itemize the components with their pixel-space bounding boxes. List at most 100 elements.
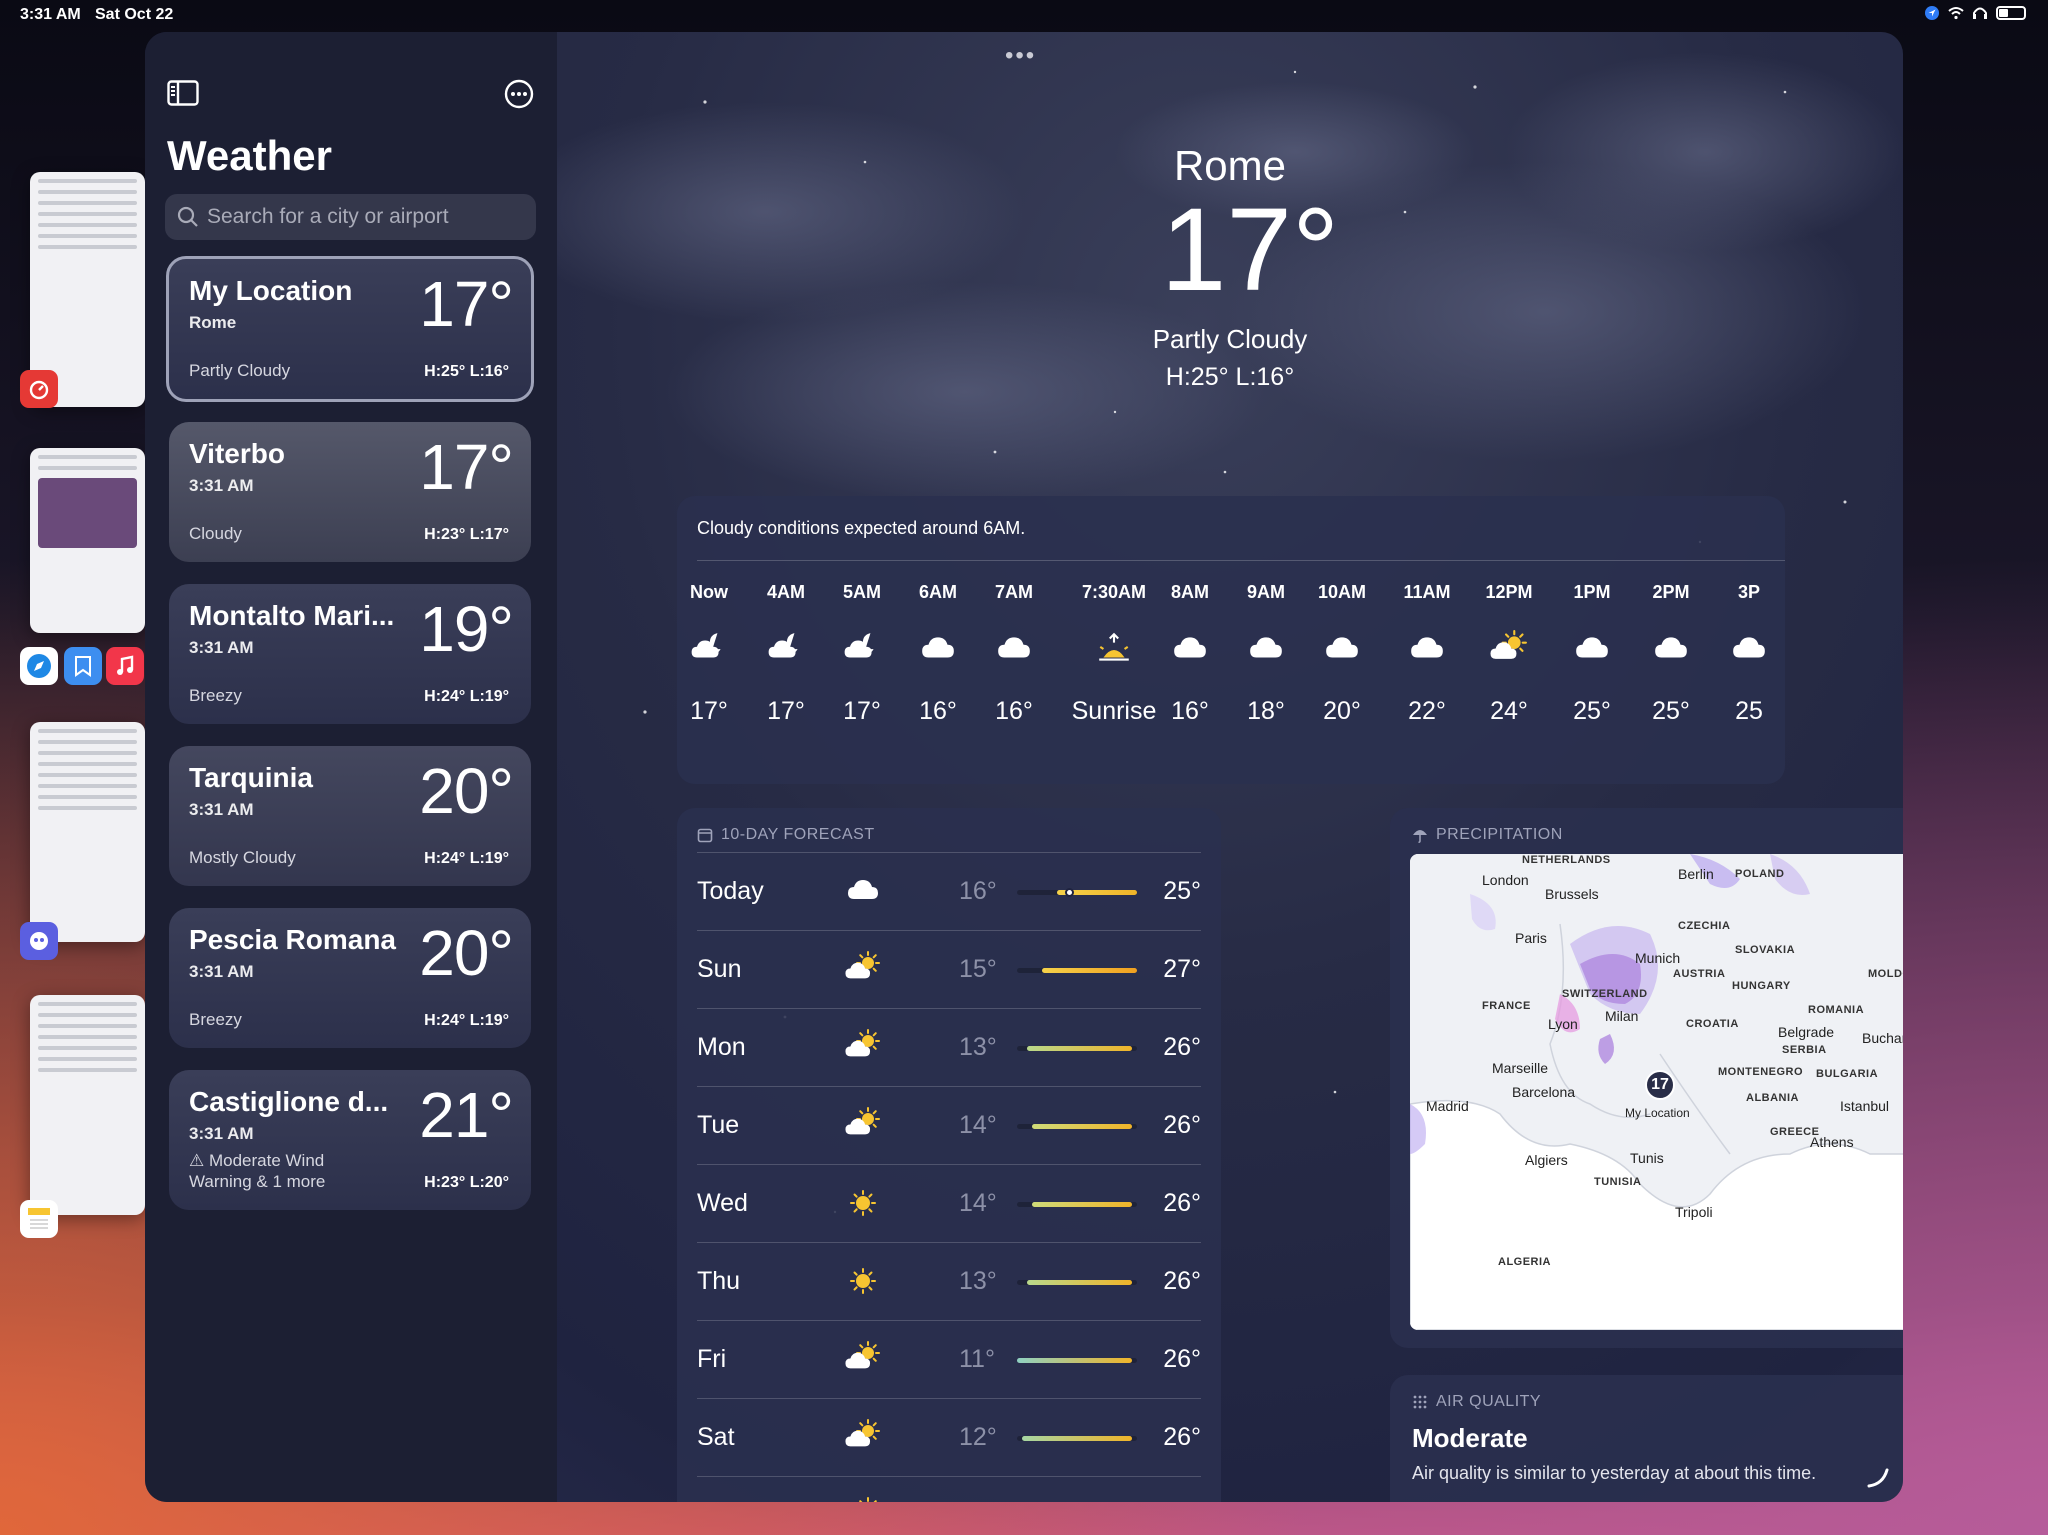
hourly-summary: Cloudy conditions expected around 6AM. (697, 518, 1026, 538)
sun-cloud-icon (845, 1497, 881, 1502)
map-place-label: POLAND (1735, 868, 1785, 880)
city-high-low: H:24° L:19° (424, 850, 509, 867)
forecast-day-row[interactable]: Sun 13° 23° (697, 1476, 1201, 1502)
city-card-tarquinia[interactable]: Tarquinia 3:31 AM 20° Mostly Cloudy H:24… (169, 746, 531, 886)
more-options-icon[interactable] (503, 78, 535, 110)
city-temp: 21° (419, 1079, 514, 1151)
city-condition: Breezy (189, 686, 242, 705)
map-place-label: Tunis (1630, 1150, 1664, 1166)
location-pin[interactable]: 17 (1645, 1070, 1675, 1100)
precipitation-map[interactable]: NETHERLANDS London Brussels Berlin POLAND Par… (1410, 854, 1903, 1330)
resize-handle-icon[interactable] (1867, 1466, 1889, 1488)
day-name: Sun (697, 1501, 741, 1502)
robot-app-icon[interactable] (20, 922, 58, 960)
forecast-day-row[interactable]: Thu 13° 26° (697, 1242, 1201, 1320)
search-icon (177, 206, 198, 227)
hour-temp: 17° (843, 697, 881, 725)
sun-cloud-icon (845, 951, 881, 992)
bookmark-app-icon[interactable] (64, 647, 102, 685)
city-name: Montalto Mari... (189, 600, 395, 631)
air-quality-description: Air quality is similar to yesterday at a… (1412, 1463, 1817, 1483)
hour-item: 11AM 22° (1387, 582, 1467, 726)
temp-range-bar (1017, 1358, 1137, 1363)
moon-cloud-icon (746, 629, 826, 669)
hour-label: 2PM (1652, 582, 1690, 602)
safari-app-icon[interactable] (20, 647, 58, 685)
map-place-label: BULGARIA (1816, 1068, 1879, 1080)
timery-app-icon[interactable] (20, 370, 58, 408)
sun-icon (845, 1185, 881, 1226)
day-high: 26° (1163, 1189, 1201, 1217)
battery-icon (1996, 6, 2026, 20)
city-condition: Mostly Cloudy (189, 848, 296, 867)
temp-range-bar (1017, 1124, 1137, 1129)
map-place-label: SWITZERLAND (1562, 988, 1648, 1000)
city-name: Tarquinia (189, 762, 313, 793)
day-name: Today (697, 877, 764, 905)
hour-temp: 17° (690, 697, 728, 725)
search-input[interactable] (207, 205, 507, 229)
music-app-icon[interactable] (106, 647, 144, 685)
forecast-day-row[interactable]: Sun 15° 27° (697, 930, 1201, 1008)
day-high: 26° (1163, 1033, 1201, 1061)
window-drag-handle[interactable]: ••• (1005, 42, 1036, 70)
city-card-pescia-romana[interactable]: Pescia Romana 3:31 AM 20° Breezy H:24° L… (169, 908, 531, 1048)
city-card-viterbo[interactable]: Viterbo 3:31 AM 17° Cloudy H:23° L:17° (169, 422, 531, 562)
sun-cloud-icon (845, 1107, 881, 1148)
forecast-day-row[interactable]: Mon 13° 26° (697, 1008, 1201, 1086)
alert-line-2: Warning & 1 more (189, 1172, 326, 1191)
cloud-icon (1387, 629, 1467, 669)
status-date: Sat Oct 22 (95, 6, 174, 23)
map-place-label: ALGERIA (1498, 1256, 1551, 1268)
hour-temp: 20° (1323, 697, 1361, 725)
city-card-my-location[interactable]: My Location Rome 17° Partly Cloudy H:25°… (166, 256, 534, 402)
notes-app-icon[interactable] (20, 1200, 58, 1238)
precipitation-label: PRECIPITATION (1436, 826, 1563, 843)
current-condition: Partly Cloudy (1152, 324, 1308, 354)
sidebar-toggle-icon[interactable] (167, 80, 199, 106)
app-title: Weather (167, 132, 332, 179)
forecast-day-row[interactable]: Today 16° 25° (697, 852, 1201, 930)
map-place-label: TUNISIA (1594, 1176, 1642, 1188)
city-high-low: H:25° L:16° (424, 363, 509, 380)
hour-item: 4AM 17° (746, 582, 826, 726)
hour-item: 1PM 25° (1552, 582, 1632, 726)
day-high: 26° (1163, 1345, 1201, 1373)
city-alert: ⚠ Moderate Wind Warning & 1 more (189, 1150, 325, 1192)
hour-item: 10AM 20° (1302, 582, 1382, 726)
cloud-icon (898, 629, 978, 669)
city-name: My Location (189, 275, 353, 306)
city-condition: Partly Cloudy (189, 361, 291, 380)
hourly-forecast[interactable]: Cloudy conditions expected around 6AM. N… (677, 496, 1785, 784)
precipitation-card[interactable]: PRECIPITATION NETHERLANDS London Brussels B… (1390, 808, 1903, 1348)
forecast-day-row[interactable]: Fri 11° 26° (697, 1320, 1201, 1398)
hour-label: 5AM (842, 582, 881, 602)
hour-label: 10AM (1317, 582, 1366, 602)
day-low: 13° (959, 1267, 997, 1295)
app-switcher-card-news[interactable] (30, 448, 145, 633)
city-temp: 20° (419, 917, 514, 989)
city-sub: 3:31 AM (189, 1124, 254, 1143)
map-place-label: CZECHIA (1678, 920, 1731, 932)
sun-icon (845, 1263, 881, 1304)
sun-cloud-icon (845, 1029, 881, 1070)
app-switcher-card-list[interactable] (30, 722, 145, 942)
city-card-montalto-marina[interactable]: Montalto Mari... 3:31 AM 19° Breezy H:24… (169, 584, 531, 724)
air-quality-level: Moderate (1412, 1423, 1528, 1453)
hour-item: 12PM 24° (1469, 582, 1549, 726)
app-switcher-card-icloud[interactable] (30, 995, 145, 1215)
forecast-day-row[interactable]: Sat 12° 26° (697, 1398, 1201, 1476)
day-low: 12° (959, 1423, 997, 1451)
map-place-label: SLOVAKIA (1735, 944, 1796, 956)
search-field[interactable] (165, 194, 536, 240)
ten-day-forecast[interactable]: 10-DAY FORECAST Today 16° 25° Sun 15° 27°… (677, 808, 1221, 1502)
city-card-castiglione[interactable]: Castiglione d... 3:31 AM 21° ⚠ Moderate … (169, 1070, 531, 1210)
air-quality-card[interactable]: AIR QUALITY Moderate Air quality is simi… (1390, 1375, 1903, 1502)
forecast-header: 10-DAY FORECAST (697, 826, 875, 844)
hour-item: Now 17° (677, 582, 749, 726)
forecast-day-row[interactable]: Wed 14° 26° (697, 1164, 1201, 1242)
status-icons (1924, 6, 2026, 20)
map-place-label: Marseille (1492, 1060, 1549, 1076)
temp-range-bar (1017, 1046, 1137, 1051)
forecast-day-row[interactable]: Tue 14° 26° (697, 1086, 1201, 1164)
